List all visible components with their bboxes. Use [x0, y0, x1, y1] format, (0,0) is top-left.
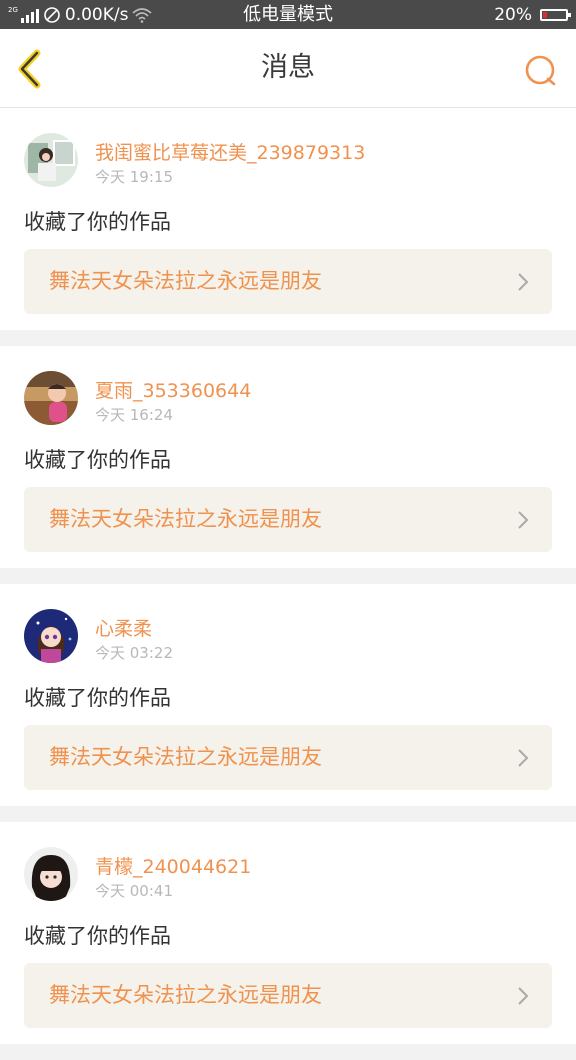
status-bar: 2G 0.00K/s 低电量模式 20% — [0, 0, 576, 29]
avatar[interactable] — [24, 847, 78, 901]
work-link[interactable]: 舞法天女朵法拉之永远是朋友 — [24, 963, 552, 1028]
message-time: 今天 16:24 — [95, 406, 173, 424]
message-card: 心柔柔 今天 03:22 收藏了你的作品 舞法天女朵法拉之永远是朋友 — [0, 584, 576, 806]
power-mode-text: 低电量模式 — [243, 4, 333, 25]
search-icon — [525, 55, 556, 86]
header: 消息 — [0, 29, 576, 108]
work-title: 舞法天女朵法拉之永远是朋友 — [49, 745, 322, 769]
avatar[interactable] — [24, 609, 78, 663]
battery-icon — [540, 8, 571, 21]
chevron-right-icon — [518, 987, 529, 1005]
page-title: 消息 — [261, 52, 315, 83]
message-time: 今天 00:41 — [95, 882, 173, 900]
action-text: 收藏了你的作品 — [24, 210, 171, 234]
avatar[interactable] — [24, 133, 78, 187]
work-title: 舞法天女朵法拉之永远是朋友 — [49, 507, 322, 531]
work-link[interactable]: 舞法天女朵法拉之永远是朋友 — [24, 487, 552, 552]
action-text: 收藏了你的作品 — [24, 448, 171, 472]
work-title: 舞法天女朵法拉之永远是朋友 — [49, 983, 322, 1007]
message-card: 青檬_240044621 今天 00:41 收藏了你的作品 舞法天女朵法拉之永远… — [0, 822, 576, 1044]
username[interactable]: 青檬_240044621 — [95, 852, 251, 879]
action-text: 收藏了你的作品 — [24, 686, 171, 710]
chevron-right-icon — [518, 273, 529, 291]
work-title: 舞法天女朵法拉之永远是朋友 — [49, 269, 322, 293]
username[interactable]: 我闺蜜比草莓还美_239879313 — [95, 138, 365, 165]
message-card: 我闺蜜比草莓还美_239879313 今天 19:15 收藏了你的作品 舞法天女… — [0, 108, 576, 330]
message-list: 我闺蜜比草莓还美_239879313 今天 19:15 收藏了你的作品 舞法天女… — [0, 108, 576, 1060]
avatar[interactable] — [24, 371, 78, 425]
status-right: 20% — [494, 0, 571, 29]
message-time: 今天 19:15 — [95, 168, 173, 186]
chevron-right-icon — [518, 511, 529, 529]
message-time: 今天 03:22 — [95, 644, 173, 662]
work-link[interactable]: 舞法天女朵法拉之永远是朋友 — [24, 725, 552, 790]
action-text: 收藏了你的作品 — [24, 924, 171, 948]
search-button[interactable] — [520, 51, 560, 91]
username[interactable]: 夏雨_353360644 — [95, 376, 251, 403]
battery-fill — [543, 11, 547, 18]
message-card: 夏雨_353360644 今天 16:24 收藏了你的作品 舞法天女朵法拉之永远… — [0, 346, 576, 568]
battery-percent: 20% — [494, 4, 532, 25]
work-link[interactable]: 舞法天女朵法拉之永远是朋友 — [24, 249, 552, 314]
username[interactable]: 心柔柔 — [95, 614, 152, 641]
chevron-right-icon — [518, 749, 529, 767]
